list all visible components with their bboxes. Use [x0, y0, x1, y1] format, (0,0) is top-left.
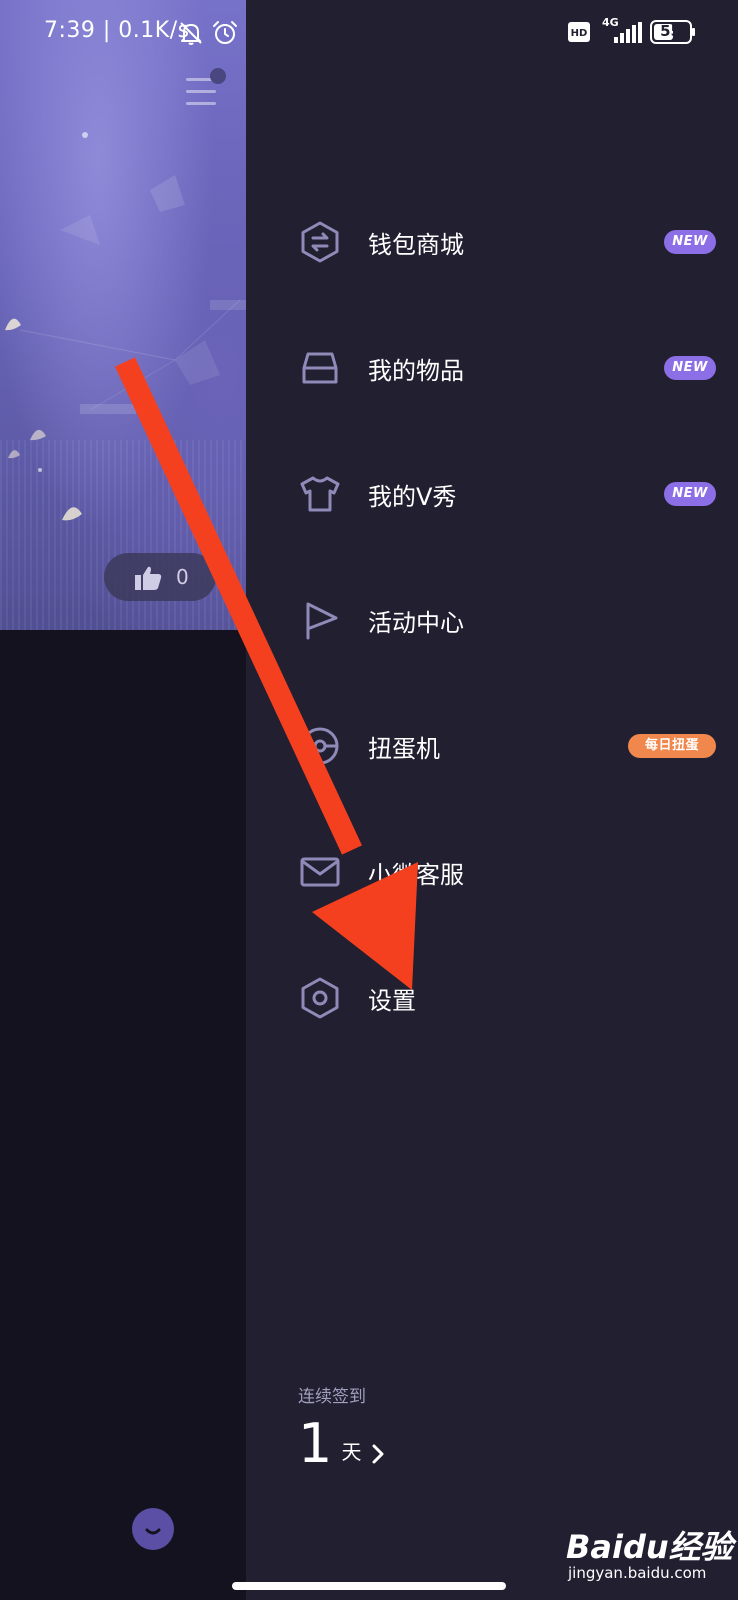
thumbs-up-icon	[135, 566, 162, 590]
alarm-icon	[213, 21, 237, 44]
checkin-streak[interactable]: 连续签到 1 天	[298, 1382, 385, 1473]
menu-label: 活动中心	[368, 609, 464, 637]
menu-label: 扭蛋机	[368, 735, 440, 763]
menu-item-settings[interactable]: 设置	[298, 968, 716, 1028]
checkin-label: 连续签到	[298, 1387, 366, 1407]
new-badge: NEW	[664, 230, 716, 254]
signal-icon	[614, 22, 642, 43]
menu-item-wallet-mall[interactable]: 钱包商城 NEW	[298, 212, 716, 272]
menu-label: 钱包商城	[368, 231, 464, 259]
watermark-url: jingyan.baidu.com	[568, 1564, 707, 1582]
smile-icon[interactable]	[132, 1508, 174, 1550]
baidu-watermark: Baidu经验 jingyan.baidu.com	[564, 1518, 734, 1588]
menu-item-my-vshow[interactable]: 我的V秀 NEW	[298, 464, 716, 524]
hd-text: HD	[571, 28, 588, 39]
home-indicator[interactable]	[232, 1582, 506, 1590]
hd-icon: HD	[568, 22, 590, 42]
side-drawer: 钱包商城 NEW 我的物品 NEW 我的V秀 NEW 活动中心 扭蛋机 每日扭蛋…	[246, 0, 738, 1600]
battery-icon: 55	[650, 20, 695, 44]
menu-label: 我的V秀	[368, 483, 457, 511]
screen: 0 钱包商城 NEW 我的物品 NEW 我的V秀 NEW 活动中心 扭蛋机 每日…	[0, 0, 738, 1600]
watermark-logo: Baidu经验	[566, 1528, 733, 1566]
background-page[interactable]: 0	[0, 0, 246, 1600]
battery-level: 55	[660, 22, 681, 40]
like-count: 0	[176, 565, 189, 589]
hamburger-menu-icon[interactable]	[186, 78, 216, 106]
settings-hexagon-icon	[301, 977, 339, 1019]
menu-label: 我的物品	[368, 357, 464, 385]
menu-item-capsule-machine[interactable]: 扭蛋机 每日扭蛋	[298, 716, 716, 776]
flag-icon	[306, 602, 338, 640]
chevron-right-icon[interactable]	[371, 1443, 385, 1465]
menu-item-my-items[interactable]: 我的物品 NEW	[298, 338, 716, 398]
mail-icon	[300, 857, 340, 887]
menu-item-customer-service[interactable]: 小微客服	[298, 842, 716, 902]
new-badge: NEW	[664, 356, 716, 380]
new-badge: NEW	[664, 482, 716, 506]
capsule-machine-icon	[301, 727, 339, 765]
menu-item-activity-center[interactable]: 活动中心	[298, 590, 716, 650]
menu-label: 设置	[368, 987, 416, 1015]
like-button[interactable]: 0	[104, 553, 216, 601]
tshirt-icon	[300, 476, 340, 512]
daily-capsule-badge: 每日扭蛋	[628, 734, 716, 758]
checkin-days: 1	[298, 1412, 333, 1475]
wallet-hexagon-icon	[301, 221, 339, 263]
status-time: 7:39 | 0.1K/s	[44, 18, 190, 43]
checkin-unit: 天	[341, 1440, 362, 1464]
notification-dot	[210, 68, 226, 84]
menu-label: 小微客服	[368, 861, 464, 889]
bell-off-icon	[180, 22, 202, 45]
inventory-box-icon	[302, 352, 338, 384]
status-bar: 7:39 | 0.1K/s HD 4G 55	[0, 0, 738, 64]
